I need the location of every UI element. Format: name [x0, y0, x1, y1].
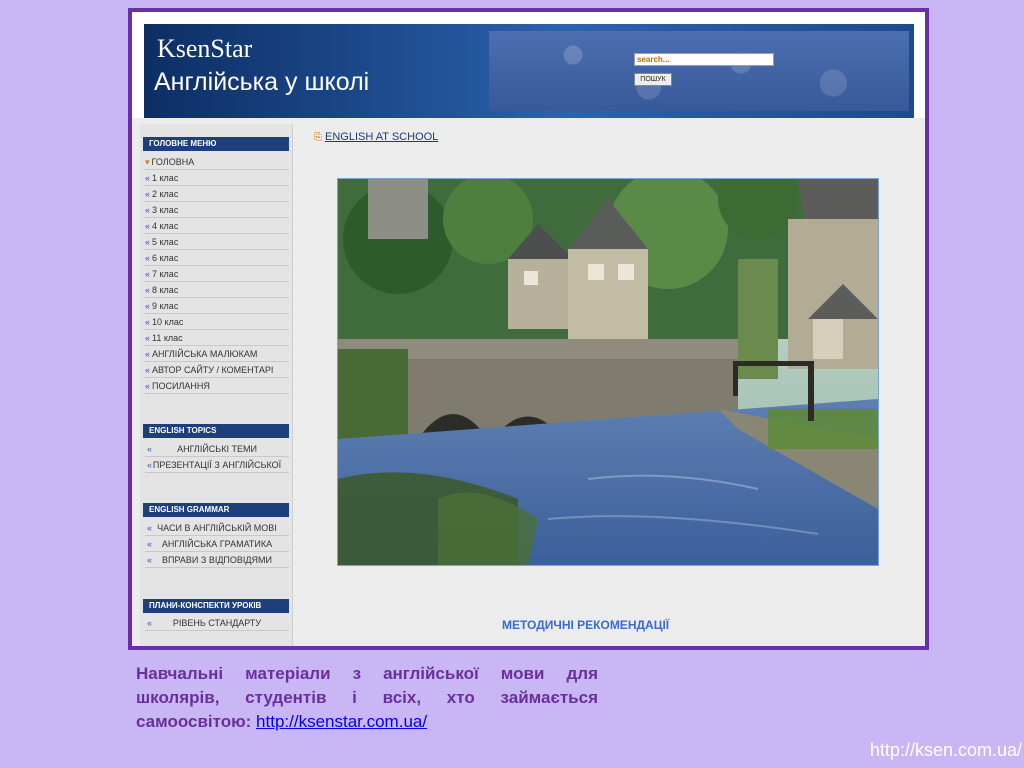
main-menu-item-5[interactable]: «5 клас: [145, 235, 289, 250]
main-menu-item-0[interactable]: ▾ ГОЛОВНА: [145, 155, 289, 170]
breadcrumb-label: ENGLISH AT SCHOOL: [325, 131, 439, 143]
main-menu-item-2[interactable]: «2 клас: [145, 187, 289, 202]
double-chevron-left-icon: «: [145, 237, 151, 247]
document-icon: ⎘: [314, 132, 322, 143]
menu-item-label: 6 клас: [152, 253, 179, 263]
slide-caption: Навчальні матеріали з англійської мови д…: [136, 662, 598, 734]
menu-item-label: 3 клас: [152, 205, 179, 215]
main-menu-item-4[interactable]: «4 клас: [145, 219, 289, 234]
main-menu-item-1[interactable]: «1 клас: [145, 171, 289, 186]
double-chevron-left-icon: «: [145, 349, 151, 359]
double-chevron-left-icon: «: [147, 523, 153, 533]
menu-item-label: ЧАСИ В АНГЛІЙСЬКІЙ МОВІ: [157, 523, 277, 533]
menu-item-label: 2 клас: [152, 189, 179, 199]
topics-menu-header: ENGLISH TOPICS: [143, 424, 289, 438]
double-chevron-left-icon: «: [147, 444, 153, 454]
menu-item-label: РІВЕНЬ СТАНДАРТУ: [172, 618, 262, 628]
double-chevron-left-icon: «: [145, 189, 151, 199]
main-menu-item-6[interactable]: «6 клас: [145, 251, 289, 266]
main-menu-item-12[interactable]: «АНГЛІЙСЬКА МАЛЮКАМ: [145, 347, 289, 362]
double-chevron-left-icon: «: [147, 539, 153, 549]
double-chevron-left-icon: «: [147, 555, 153, 565]
village-bridge-photo: [337, 178, 879, 566]
search-input[interactable]: [634, 53, 774, 66]
menu-item-label: ГОЛОВНА: [151, 157, 195, 167]
double-chevron-left-icon: «: [145, 253, 151, 263]
menu-item-label: ПОСИЛАННЯ: [152, 381, 210, 391]
main-menu-item-9[interactable]: «9 клас: [145, 299, 289, 314]
topics-menu-item-0[interactable]: « АНГЛІЙСЬКІ ТЕМИ: [145, 442, 289, 457]
methodical-recommendations-title[interactable]: МЕТОДИЧНІ РЕКОМЕНДАЦІЇ: [502, 618, 669, 632]
menu-item-label: ПРЕЗЕНТАЦІЇ З АНГЛІЙСЬКОЇ: [152, 460, 282, 470]
site-logo[interactable]: KsenStar: [157, 34, 252, 64]
main-menu-item-11[interactable]: «11 клас: [145, 331, 289, 346]
breadcrumb-home-link[interactable]: ⎘ ENGLISH AT SCHOOL: [314, 131, 438, 143]
main-menu-item-13[interactable]: «АВТОР САЙТУ / КОМЕНТАРІ: [145, 363, 289, 378]
page-content: ГОЛОВНЕ МЕНЮ ▾ ГОЛОВНА «1 клас «2 клас «3 кл…: [132, 118, 925, 646]
main-menu-item-8[interactable]: «8 клас: [145, 283, 289, 298]
caption-link[interactable]: http://ksenstar.com.ua/: [256, 712, 427, 731]
menu-item-label: 10 клас: [152, 317, 184, 327]
village-bridge-illustration: [338, 179, 878, 565]
main-menu-item-14[interactable]: «ПОСИЛАННЯ: [145, 379, 289, 394]
sidebar: ГОЛОВНЕ МЕНЮ ▾ ГОЛОВНА «1 клас «2 клас «3 кл…: [140, 124, 293, 646]
menu-item-label: 8 клас: [152, 285, 179, 295]
main-menu-item-7[interactable]: «7 клас: [145, 267, 289, 282]
menu-item-label: 5 клас: [152, 237, 179, 247]
double-chevron-left-icon: «: [145, 205, 151, 215]
grammar-menu-item-0[interactable]: « ЧАСИ В АНГЛІЙСЬКІЙ МОВІ: [145, 521, 289, 536]
main-menu-item-10[interactable]: «10 клас: [145, 315, 289, 330]
double-chevron-left-icon: «: [145, 317, 151, 327]
menu-item-label: 9 клас: [152, 301, 179, 311]
main-menu-header: ГОЛОВНЕ МЕНЮ: [143, 137, 289, 151]
site-header: KsenStar Англійська у школі ПОШУК: [144, 24, 914, 127]
chevron-down-icon: ▾: [145, 157, 150, 167]
grammar-menu-item-1[interactable]: « АНГЛІЙСЬКА ГРАМАТИКА: [145, 537, 289, 552]
double-chevron-left-icon: «: [145, 381, 151, 391]
double-chevron-left-icon: «: [147, 618, 153, 628]
double-chevron-left-icon: «: [145, 221, 151, 231]
topics-menu-item-1[interactable]: «ПРЕЗЕНТАЦІЇ З АНГЛІЙСЬКОЇ: [145, 458, 289, 473]
footer-url[interactable]: http://ksen.com.ua/: [870, 740, 1022, 761]
search-button[interactable]: ПОШУК: [634, 73, 672, 86]
menu-item-label: 4 клас: [152, 221, 179, 231]
double-chevron-left-icon: «: [145, 333, 151, 343]
menu-item-label: АВТОР САЙТУ / КОМЕНТАРІ: [152, 365, 274, 375]
menu-item-label: 1 клас: [152, 173, 179, 183]
menu-item-label: АНГЛІЙСЬКА МАЛЮКАМ: [152, 349, 258, 359]
menu-item-label: АНГЛІЙСЬКІ ТЕМИ: [177, 444, 257, 454]
grammar-menu-item-2[interactable]: « ВПРАВИ З ВІДПОВІДЯМИ: [145, 553, 289, 568]
double-chevron-left-icon: «: [145, 365, 151, 375]
grammar-menu-header: ENGLISH GRAMMAR: [143, 503, 289, 517]
header-water-drops-image: [489, 31, 909, 111]
double-chevron-left-icon: «: [145, 301, 151, 311]
menu-item-label: 11 клас: [152, 333, 183, 343]
plans-menu-item-0[interactable]: « РІВЕНЬ СТАНДАРТУ: [145, 616, 289, 631]
website-screenshot-frame: KsenStar Англійська у школі ПОШУК ГОЛОВН…: [128, 8, 929, 650]
double-chevron-left-icon: «: [147, 460, 153, 470]
main-menu-item-3[interactable]: «3 клас: [145, 203, 289, 218]
menu-item-label: АНГЛІЙСЬКА ГРАМАТИКА: [161, 539, 273, 549]
double-chevron-left-icon: «: [145, 285, 151, 295]
plans-menu-header: ПЛАНИ-КОНСПЕКТИ УРОКІВ: [143, 599, 289, 613]
menu-item-label: 7 клас: [152, 269, 179, 279]
site-subtitle: Англійська у школі: [154, 68, 370, 96]
double-chevron-left-icon: «: [145, 269, 151, 279]
menu-item-label: ВПРАВИ З ВІДПОВІДЯМИ: [162, 555, 272, 565]
double-chevron-left-icon: «: [145, 173, 151, 183]
